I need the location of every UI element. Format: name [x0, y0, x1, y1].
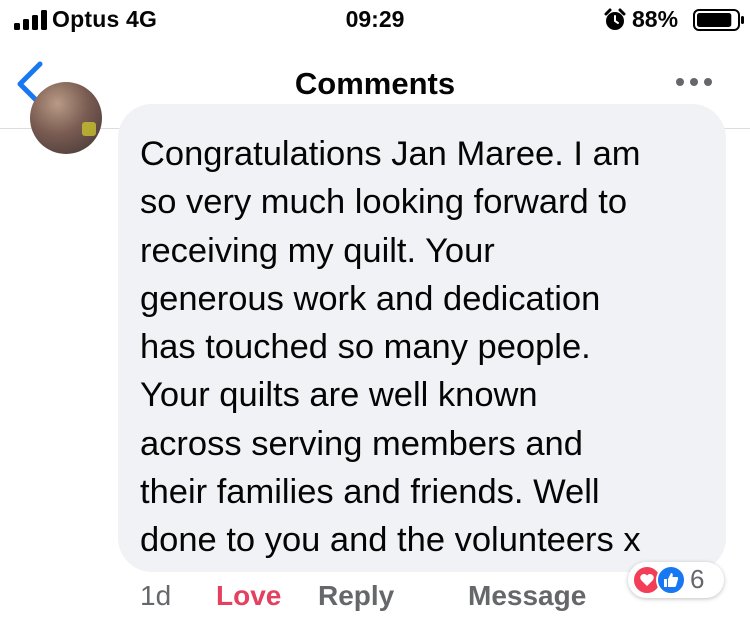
- comment-line: has touched so many people.: [140, 328, 591, 367]
- comment-line: their families and friends. Well: [140, 473, 600, 512]
- comment-time: 1d: [140, 580, 172, 611]
- comment-actions: 1d Love Reply Message 6: [0, 562, 750, 620]
- comment-line: receiving my quilt. Your: [140, 231, 495, 270]
- avatar[interactable]: [30, 82, 102, 154]
- alarm-icon: [604, 8, 626, 30]
- comment-line: Congratulations Jan Maree. I am: [140, 135, 641, 173]
- more-icon[interactable]: [672, 70, 716, 94]
- reactions-summary[interactable]: 6: [628, 562, 724, 598]
- like-reaction-icon: [656, 565, 686, 595]
- reply-button[interactable]: Reply: [318, 580, 394, 612]
- love-button[interactable]: Love: [216, 580, 281, 612]
- comment-line: Your quilts are well known: [140, 376, 538, 415]
- comment-line: so very much looking forward to: [140, 183, 628, 222]
- comment-text: Congratulations Jan Maree. I am so very …: [140, 130, 710, 565]
- battery-percentage: 88%: [632, 6, 679, 32]
- battery-icon: [693, 9, 744, 31]
- page-title: Comments: [294, 66, 456, 101]
- status-bar: Optus 4G 09:29 88%: [0, 0, 750, 40]
- reaction-count: 6: [690, 564, 705, 594]
- message-button[interactable]: Message: [468, 580, 586, 612]
- comment-line: done to you and the volunteers x: [140, 521, 641, 560]
- comment-line: generous work and dedication: [140, 279, 601, 318]
- comment-line: across serving members and: [140, 424, 583, 463]
